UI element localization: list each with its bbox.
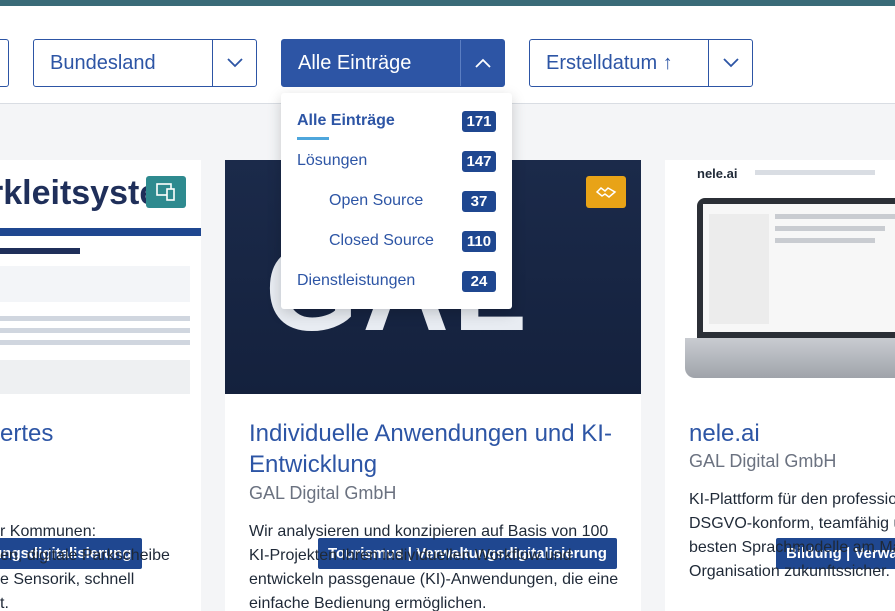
sort-label: Erstelldatum ↑ — [546, 51, 673, 74]
entry-card[interactable]: rkleitsyster waltungsdigitalisierung ert… — [0, 160, 201, 611]
card-company: GAL Digital GmbH — [249, 483, 397, 503]
count-badge: 171 — [462, 110, 496, 132]
card-title[interactable]: Individuelle Anwendungen und KI- Entwick… — [249, 418, 612, 480]
entries-label: Alle Einträge — [298, 51, 412, 74]
card-image: nele.ai — [665, 160, 895, 394]
sort-select[interactable]: Erstelldatum ↑ — [529, 39, 753, 87]
dropdown-option-open-source[interactable]: Open Source 37 — [329, 189, 496, 213]
count-badge: 110 — [462, 230, 496, 252]
dropdown-option-dienstleistungen[interactable]: Dienstleistungen 24 — [297, 269, 496, 293]
chevron-down-icon — [722, 58, 739, 68]
laptop-screen — [697, 198, 895, 338]
entries-select[interactable]: Alle Einträge — [281, 39, 505, 87]
count-badge: 24 — [462, 270, 496, 292]
bundesland-toggle[interactable] — [212, 40, 256, 86]
count-badge: 147 — [462, 150, 496, 172]
handshake-icon — [586, 176, 626, 208]
bundesland-select[interactable]: Bundesland — [33, 39, 257, 87]
devices-icon — [146, 176, 186, 208]
sort-toggle[interactable] — [708, 40, 752, 86]
count-badge: 37 — [462, 190, 496, 212]
selected-underline — [297, 137, 329, 140]
card-description: Wir analysieren und konzipieren auf Basi… — [249, 523, 619, 611]
filter-select-partial[interactable] — [0, 39, 9, 87]
laptop-base — [685, 338, 895, 378]
chevron-down-icon — [226, 58, 243, 68]
dashboard-screenshot — [0, 228, 201, 394]
card-title[interactable]: ertes — [0, 418, 53, 449]
dropdown-option-loesungen[interactable]: Lösungen 147 — [297, 149, 496, 173]
entries-toggle[interactable] — [460, 40, 504, 86]
card-title[interactable]: nele.ai — [689, 418, 760, 449]
card-company: GAL Digital GmbH — [689, 451, 837, 471]
bundesland-label: Bundesland — [50, 51, 156, 74]
chevron-up-icon — [474, 58, 491, 68]
card-image-text: nele.ai — [697, 166, 738, 181]
card-description: KI-Plattform für den professio DSGVO-kon… — [689, 491, 895, 580]
dropdown-option-alle-eintraege[interactable]: Alle Einträge 171 — [297, 109, 496, 133]
entries-dropdown-menu: Alle Einträge 171 Lösungen 147 Open Sour… — [281, 93, 512, 309]
entry-card[interactable]: nele.ai Bildung | Verwa nele.ai GAL Digi… — [665, 160, 895, 611]
card-description: r Kommunen: en, digitale Parkscheibe e S… — [0, 523, 170, 611]
dropdown-option-closed-source[interactable]: Closed Source 110 — [329, 229, 496, 253]
